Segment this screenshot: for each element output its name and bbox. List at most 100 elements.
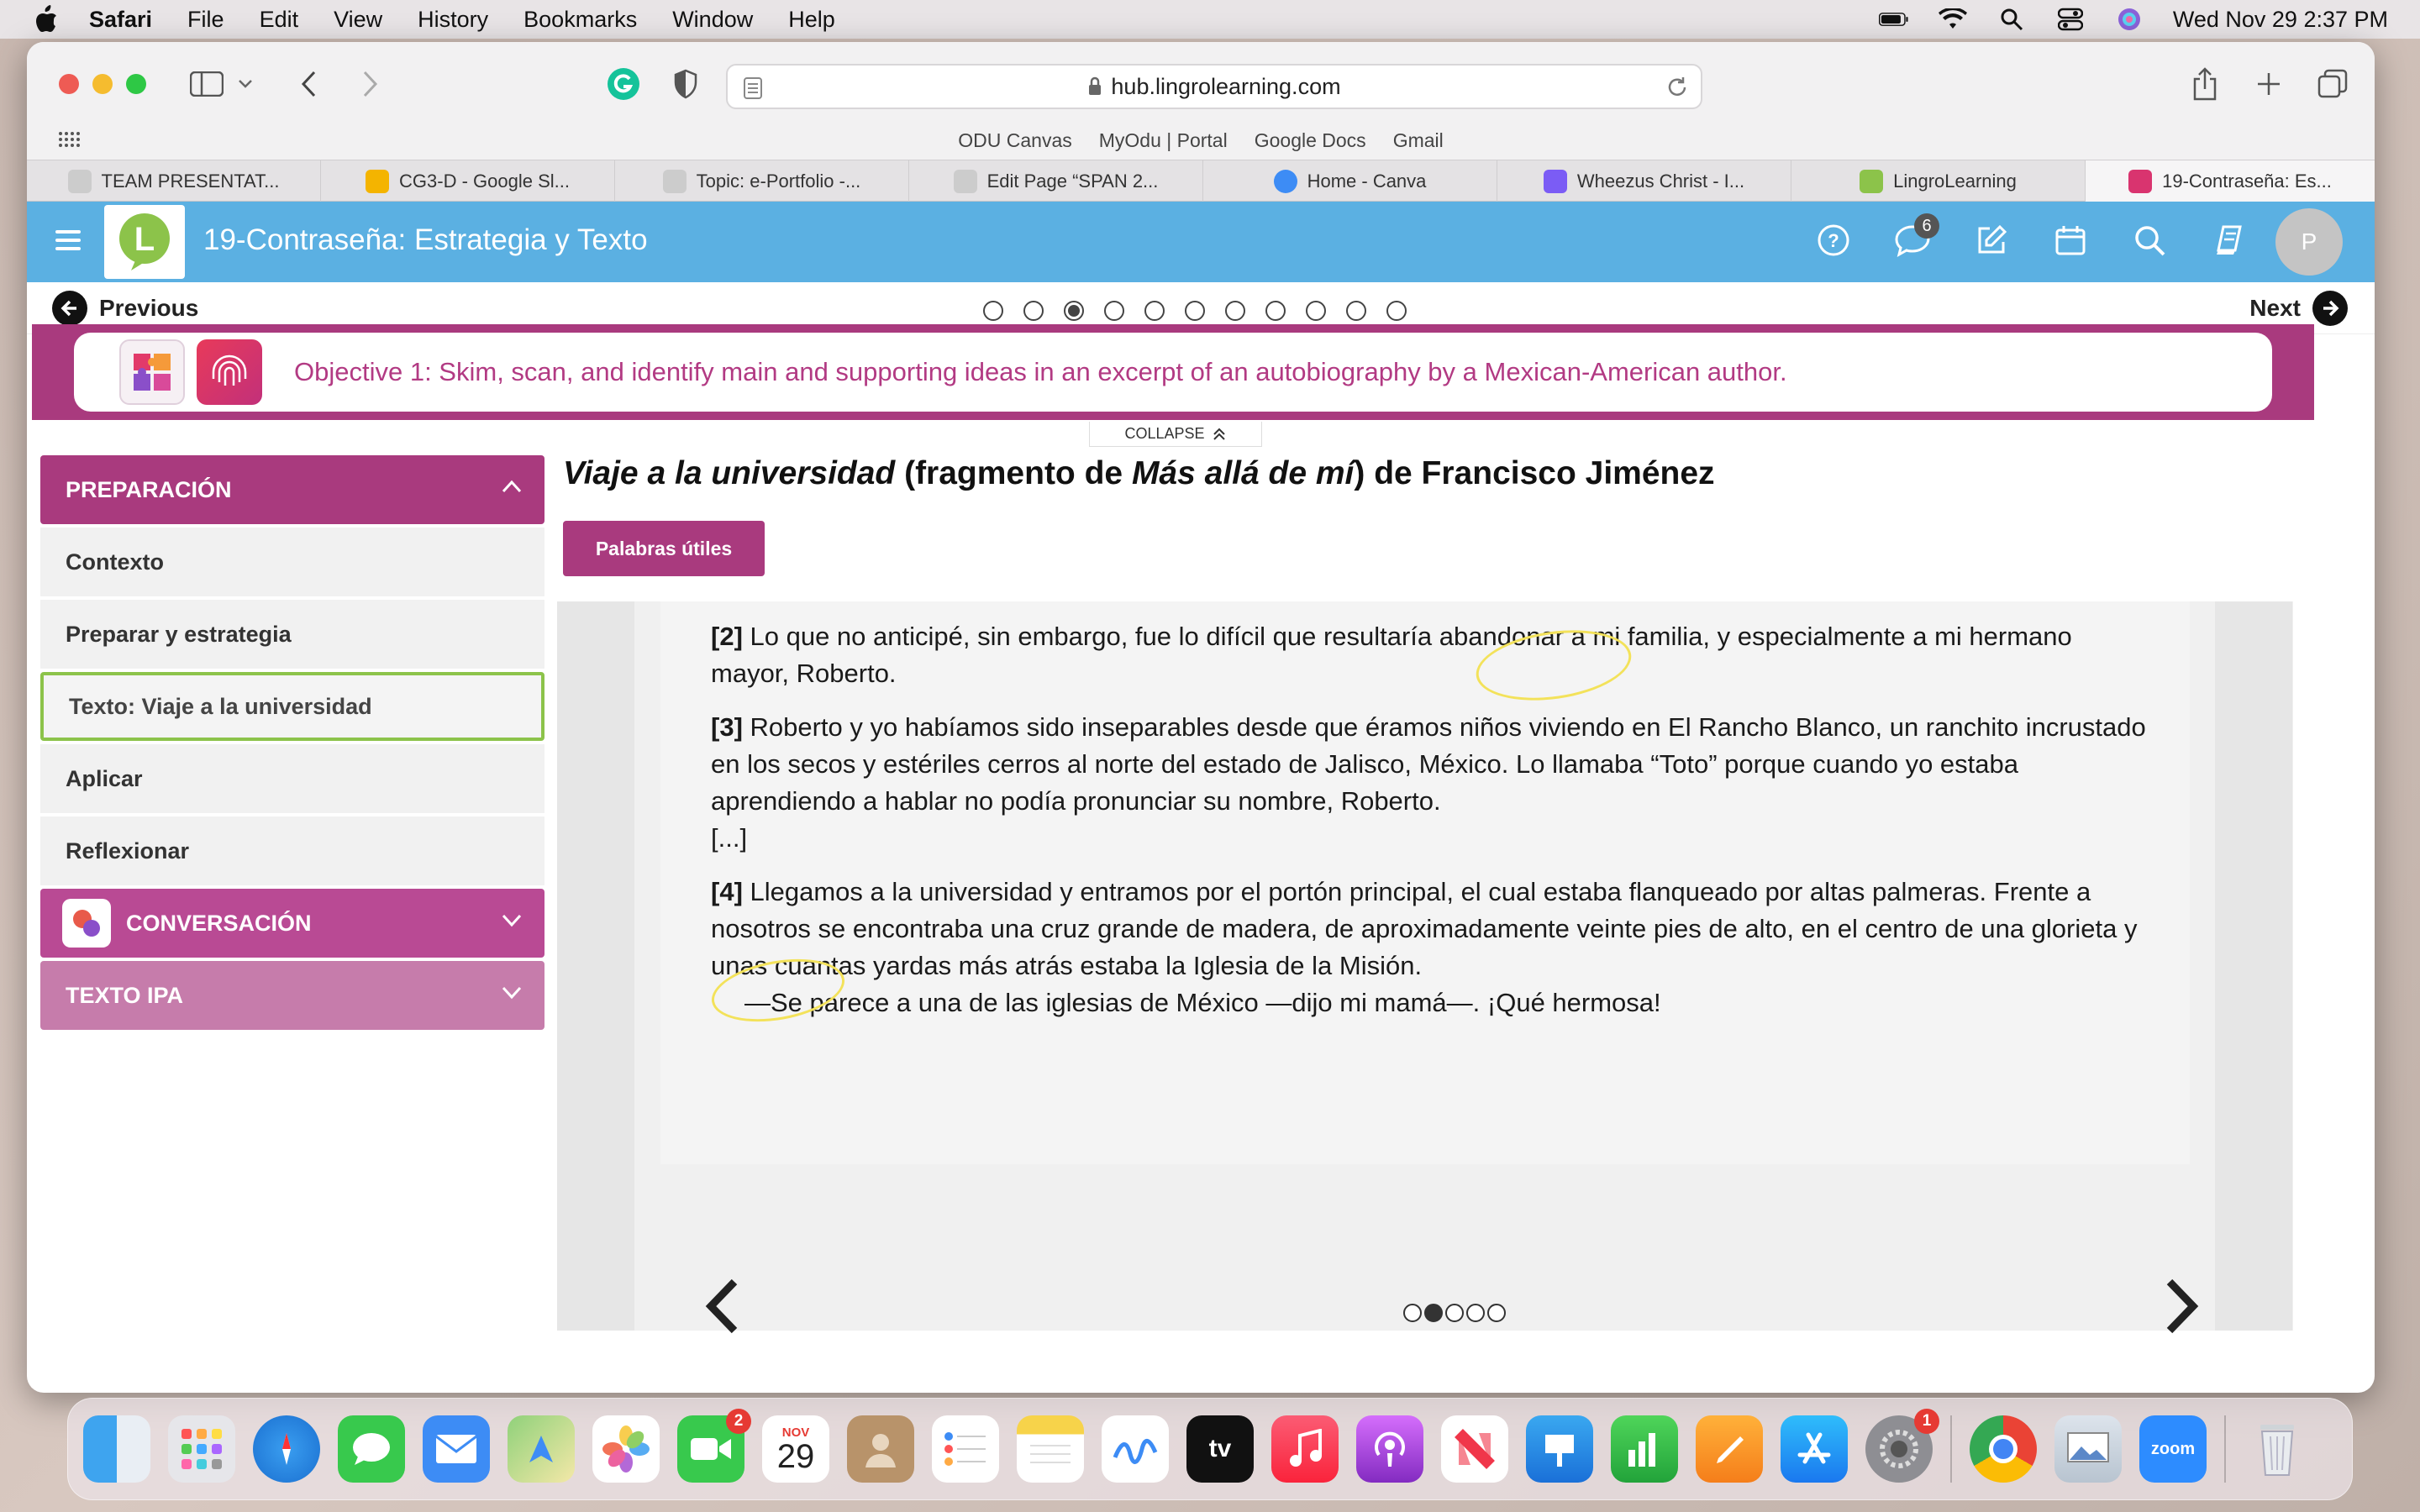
- search-icon[interactable]: [2129, 220, 2170, 260]
- tab-wheezus[interactable]: Wheezus Christ - I...: [1497, 160, 1791, 202]
- menu-file[interactable]: File: [187, 7, 224, 33]
- grammarly-icon[interactable]: [605, 67, 642, 101]
- spotlight-search-icon[interactable]: [1996, 7, 2027, 32]
- maps-icon[interactable]: [508, 1415, 575, 1483]
- page-dot[interactable]: [1306, 301, 1326, 321]
- section-preparacion[interactable]: PREPARACIÓN: [40, 455, 544, 524]
- favorite-google-docs[interactable]: Google Docs: [1255, 129, 1366, 152]
- trash-icon[interactable]: [2244, 1415, 2311, 1483]
- page-dot[interactable]: [1225, 301, 1245, 321]
- zoom-icon[interactable]: zoom: [2139, 1415, 2207, 1483]
- tab-overview-icon[interactable]: [2314, 67, 2351, 101]
- menu-safari[interactable]: Safari: [89, 7, 152, 33]
- slide-dot[interactable]: [1466, 1304, 1485, 1322]
- new-tab-icon[interactable]: [2250, 67, 2287, 101]
- messages-app-icon[interactable]: [338, 1415, 405, 1483]
- freeform-icon[interactable]: [1102, 1415, 1169, 1483]
- minimize-window-button[interactable]: [92, 74, 113, 94]
- messages-icon[interactable]: 6: [1892, 213, 1939, 260]
- edit-icon[interactable]: [1971, 220, 2012, 260]
- previous-button[interactable]: Previous: [52, 291, 198, 326]
- tab-canva[interactable]: Home - Canva: [1203, 160, 1497, 202]
- slide-dot[interactable]: [1424, 1304, 1443, 1322]
- tab-google-slides[interactable]: CG3-D - Google Sl...: [321, 160, 615, 202]
- close-window-button[interactable]: [59, 74, 79, 94]
- share-icon[interactable]: [2186, 67, 2223, 101]
- page-dot[interactable]: [1144, 301, 1165, 321]
- slide-next-chevron-icon[interactable]: [2163, 1277, 2202, 1340]
- slide-previous-chevron-icon[interactable]: [702, 1277, 741, 1340]
- privacy-shield-icon[interactable]: [667, 67, 704, 101]
- menu-view[interactable]: View: [334, 7, 382, 33]
- sidebar-item-reflexionar[interactable]: Reflexionar: [40, 816, 544, 885]
- palabras-utiles-button[interactable]: Palabras útiles: [563, 521, 765, 576]
- page-dot[interactable]: [1023, 301, 1044, 321]
- control-center-icon[interactable]: [2055, 7, 2086, 32]
- numbers-icon[interactable]: [1611, 1415, 1678, 1483]
- menu-help[interactable]: Help: [788, 7, 835, 33]
- zoom-window-button[interactable]: [126, 74, 146, 94]
- page-dot[interactable]: [1265, 301, 1286, 321]
- page-dot[interactable]: [1346, 301, 1366, 321]
- contacts-icon[interactable]: [847, 1415, 914, 1483]
- tab-edit-page[interactable]: Edit Page “SPAN 2...: [909, 160, 1203, 202]
- reload-icon[interactable]: [1665, 76, 1689, 99]
- battery-icon[interactable]: [1878, 7, 1909, 32]
- favorite-gmail[interactable]: Gmail: [1393, 129, 1444, 152]
- podcasts-icon[interactable]: [1356, 1415, 1423, 1483]
- section-conversacion[interactable]: CONVERSACIÓN: [40, 889, 544, 958]
- siri-icon[interactable]: [2114, 7, 2144, 32]
- menubar-clock[interactable]: Wed Nov 29 2:37 PM: [2173, 7, 2388, 33]
- calendar-icon[interactable]: [2050, 220, 2091, 260]
- system-settings-icon[interactable]: 1: [1865, 1409, 1939, 1483]
- page-dot[interactable]: [1386, 301, 1407, 321]
- lingro-logo[interactable]: L: [104, 205, 185, 279]
- music-icon[interactable]: [1271, 1415, 1339, 1483]
- sidebar-item-aplicar[interactable]: Aplicar: [40, 744, 544, 813]
- tab-team-presentation[interactable]: TEAM PRESENTAT...: [27, 160, 321, 202]
- menu-window[interactable]: Window: [672, 7, 753, 33]
- apple-menu-icon[interactable]: [34, 5, 59, 34]
- launchpad-icon[interactable]: [168, 1415, 235, 1483]
- hamburger-menu-icon[interactable]: [55, 230, 81, 255]
- slide-dot[interactable]: [1445, 1304, 1464, 1322]
- page-dot[interactable]: [1185, 301, 1205, 321]
- menu-bookmarks[interactable]: Bookmarks: [523, 7, 637, 33]
- forward-arrow-icon[interactable]: [351, 67, 388, 101]
- collapse-button[interactable]: COLLAPSE: [1089, 422, 1262, 447]
- section-texto-ipa[interactable]: TEXTO IPA: [40, 961, 544, 1030]
- mail-icon[interactable]: [423, 1415, 490, 1483]
- sidebar-item-preparar[interactable]: Preparar y estrategia: [40, 600, 544, 669]
- user-avatar[interactable]: P: [2275, 208, 2343, 276]
- slide-dot[interactable]: [1403, 1304, 1422, 1322]
- sidebar-item-contexto[interactable]: Contexto: [40, 528, 544, 596]
- address-bar[interactable]: hub.lingrolearning.com: [726, 64, 1702, 109]
- tab-lingrolearning[interactable]: LingroLearning: [1791, 160, 2086, 202]
- chrome-icon[interactable]: [1970, 1415, 2037, 1483]
- news-icon[interactable]: [1441, 1415, 1508, 1483]
- chevron-down-icon[interactable]: [227, 67, 264, 101]
- notebook-icon[interactable]: [2208, 220, 2249, 260]
- next-button[interactable]: Next: [2249, 291, 2348, 326]
- reminders-icon[interactable]: [932, 1415, 999, 1483]
- wifi-icon[interactable]: [1938, 7, 1968, 32]
- slide-dot[interactable]: [1487, 1304, 1506, 1322]
- facetime-icon[interactable]: 2: [677, 1409, 751, 1483]
- app-store-icon[interactable]: [1781, 1415, 1848, 1483]
- back-arrow-icon[interactable]: [291, 67, 328, 101]
- finder-icon[interactable]: [83, 1415, 150, 1483]
- tab-eportfolio[interactable]: Topic: e-Portfolio -...: [615, 160, 909, 202]
- page-dot[interactable]: [1104, 301, 1124, 321]
- favorite-odu-canvas[interactable]: ODU Canvas: [958, 129, 1071, 152]
- safari-icon[interactable]: [253, 1415, 320, 1483]
- pages-icon[interactable]: [1696, 1415, 1763, 1483]
- keynote-icon[interactable]: [1526, 1415, 1593, 1483]
- calendar-app-icon[interactable]: NOV 29: [762, 1415, 829, 1483]
- tab-19-contrasena[interactable]: 19-Contraseña: Es...: [2086, 160, 2375, 202]
- favorite-myodu-portal[interactable]: MyOdu | Portal: [1099, 129, 1228, 152]
- notes-icon[interactable]: [1017, 1415, 1084, 1483]
- menu-edit[interactable]: Edit: [260, 7, 299, 33]
- apple-tv-icon[interactable]: tv: [1186, 1415, 1254, 1483]
- photos-icon[interactable]: [592, 1415, 660, 1483]
- preview-icon[interactable]: [2054, 1415, 2122, 1483]
